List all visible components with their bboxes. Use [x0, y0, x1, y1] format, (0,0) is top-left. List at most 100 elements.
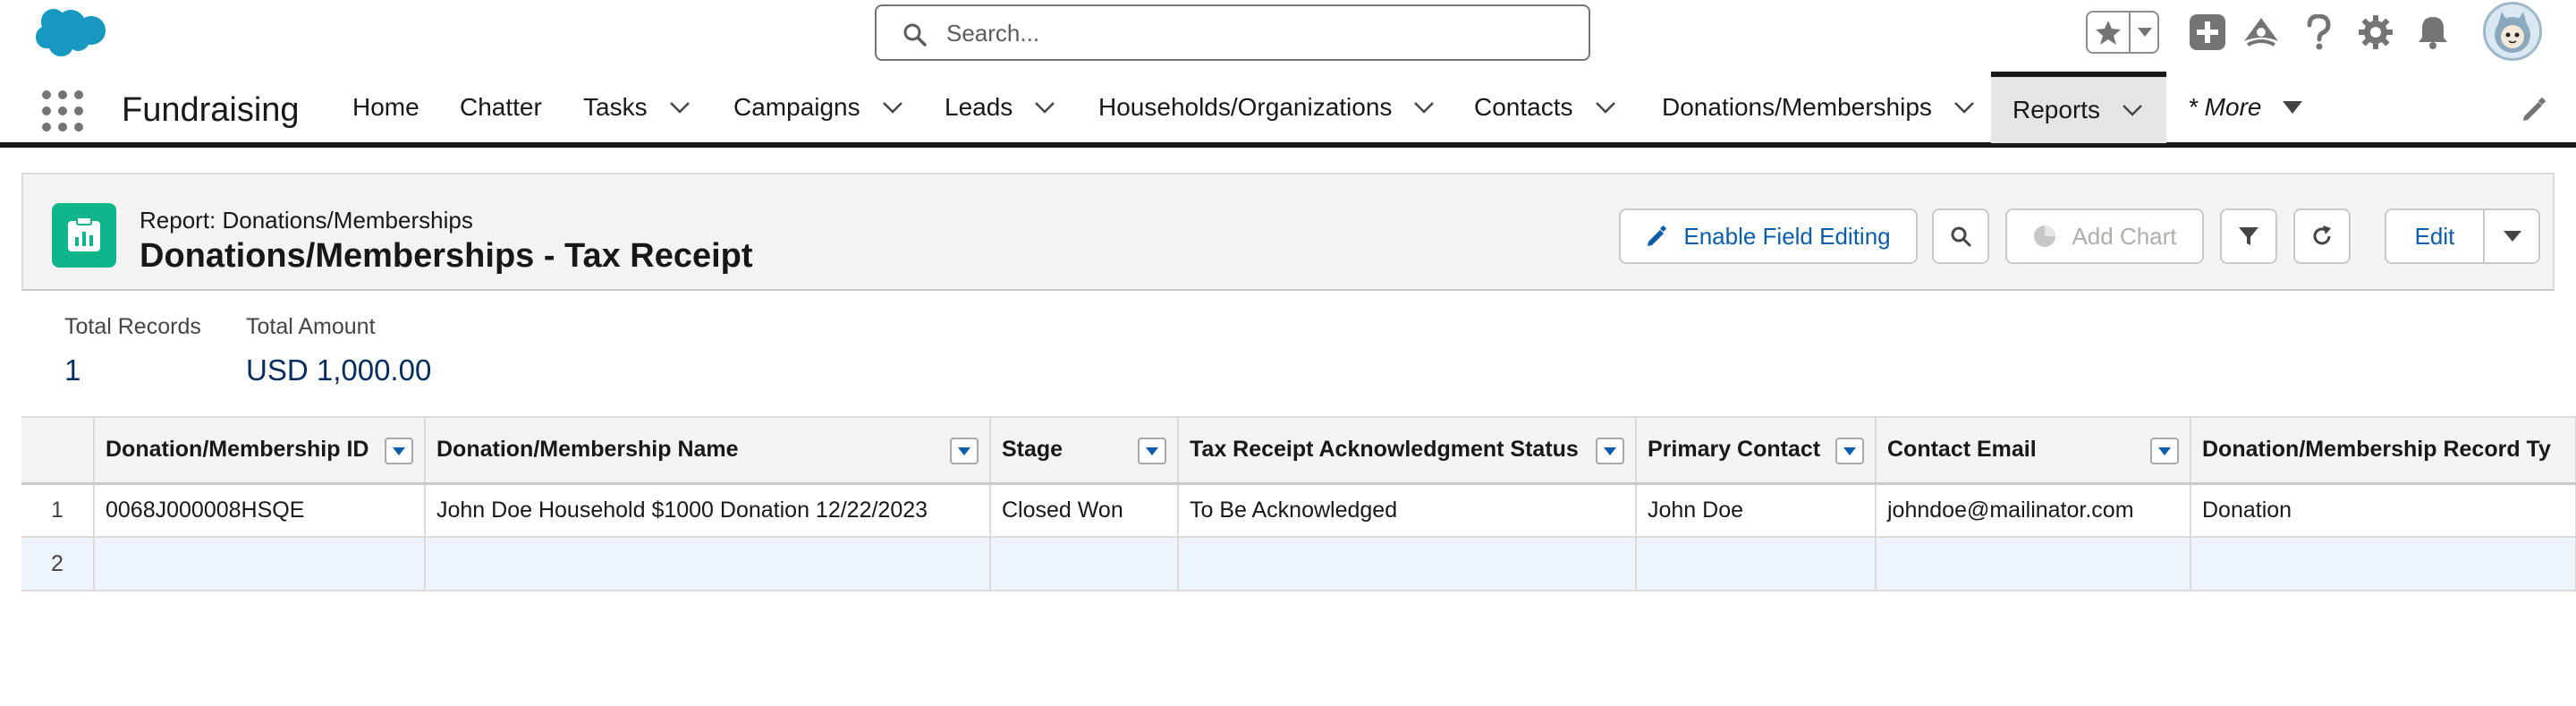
search-icon: [903, 23, 927, 47]
salesforce-logo-icon[interactable]: [27, 5, 106, 61]
enable-field-editing-label: Enable Field Editing: [1683, 222, 1891, 250]
search-report-button[interactable]: [1932, 208, 1989, 264]
chevron-down-icon[interactable]: [1953, 100, 1975, 115]
app-name: Fundraising: [122, 91, 300, 129]
caret-down-icon: [958, 447, 970, 455]
nav-item-label: Contacts: [1474, 93, 1573, 121]
column-header-ack-status[interactable]: Tax Receipt Acknowledgment Status: [1178, 416, 1637, 485]
column-header-label: Donation/Membership Record Ty: [2202, 437, 2551, 463]
cell-donation-name-link[interactable]: John Doe Household $1000 Donation 12/22/…: [425, 483, 991, 538]
gear-icon: [2359, 15, 2393, 49]
nav-item-donations-memberships[interactable]: Donations/Memberships: [1662, 72, 1975, 143]
cell-record-type: Donation: [2190, 483, 2576, 538]
edit-nav-items-button[interactable]: [2521, 97, 2547, 123]
edit-button[interactable]: Edit: [2386, 210, 2485, 262]
column-header-id[interactable]: Donation/Membership ID: [94, 416, 426, 485]
edit-button-group: Edit: [2385, 208, 2540, 264]
cell-primary-contact-link[interactable]: John Doe: [1636, 483, 1877, 538]
trailhead-guidance-button[interactable]: [2241, 13, 2281, 52]
nav-item-tasks[interactable]: Tasks: [583, 72, 691, 143]
column-menu-button[interactable]: [950, 438, 979, 464]
filters-button[interactable]: [2220, 208, 2277, 264]
chevron-down-icon[interactable]: [882, 100, 903, 115]
chevron-down-icon[interactable]: [669, 100, 691, 115]
column-menu-button[interactable]: [1596, 438, 1624, 464]
report-table: Donation/Membership ID Donation/Membersh…: [21, 416, 2576, 591]
column-menu-button[interactable]: [1138, 438, 1166, 464]
favorites-star-button[interactable]: [2088, 13, 2131, 52]
help-button[interactable]: [2299, 13, 2338, 52]
caret-down-icon: [1146, 447, 1158, 455]
total-amount-value: USD 1,000.00: [246, 353, 432, 387]
column-menu-button[interactable]: [2150, 438, 2179, 464]
column-header-label: Tax Receipt Acknowledgment Status: [1190, 437, 1579, 463]
table-row: 2: [21, 537, 2576, 591]
nav-item-label: Tasks: [583, 93, 648, 121]
nav-item-label: Reports: [2012, 96, 2101, 123]
chevron-down-icon[interactable]: [1034, 100, 1055, 115]
column-menu-button[interactable]: [1835, 438, 1864, 464]
caret-down-icon: [2504, 231, 2521, 242]
nav-item-reports[interactable]: Reports: [1991, 72, 2166, 143]
nav-item-leads[interactable]: Leads: [945, 72, 1055, 143]
caret-down-icon: [393, 447, 405, 455]
refresh-button[interactable]: [2293, 208, 2351, 264]
nav-item-contacts[interactable]: Contacts: [1474, 72, 1616, 143]
report-icon: [52, 203, 116, 268]
global-search[interactable]: [875, 4, 1590, 61]
row-number: 2: [21, 537, 95, 591]
column-header-label: Primary Contact: [1648, 437, 1821, 463]
nav-item-chatter[interactable]: Chatter: [460, 72, 542, 143]
nav-item-households-organizations[interactable]: Households/Organizations: [1098, 72, 1435, 143]
waffle-grid-icon: [42, 90, 83, 132]
caret-down-icon: [2138, 28, 2152, 37]
row-number-header: [21, 416, 95, 485]
add-chart-button[interactable]: Add Chart: [2005, 208, 2204, 264]
cell-ack-status: [1178, 537, 1637, 591]
global-actions-button[interactable]: [2188, 13, 2227, 52]
notifications-button[interactable]: [2413, 13, 2453, 52]
cell-primary-contact-link: [1636, 537, 1877, 591]
favorites-button-group: [2086, 11, 2159, 54]
enable-field-editing-button[interactable]: Enable Field Editing: [1619, 208, 1918, 264]
column-header-stage[interactable]: Stage: [990, 416, 1179, 485]
nav-item-more[interactable]: * More: [2188, 72, 2303, 143]
column-header-contact-email[interactable]: Contact Email: [1876, 416, 2191, 485]
bell-icon: [2419, 17, 2447, 49]
cell-stage: Closed Won: [990, 483, 1179, 538]
column-header-label: Donation/Membership ID: [106, 437, 369, 463]
nav-item-label: * More: [2188, 93, 2262, 121]
caret-down-icon: [2283, 101, 2303, 114]
report-summary: Total Records 1 Total Amount USD 1,000.0…: [21, 293, 2555, 416]
nav-item-label: Households/Organizations: [1098, 93, 1393, 121]
chevron-down-icon[interactable]: [2122, 103, 2143, 117]
search-icon: [1951, 226, 1971, 247]
cell-donation-id: 0068J000008HSQE: [94, 483, 426, 538]
nav-item-label: Donations/Memberships: [1662, 93, 1932, 121]
report-type-label: Report: Donations/Memberships: [140, 207, 473, 234]
chevron-down-icon[interactable]: [1595, 100, 1616, 115]
column-header-primary-contact[interactable]: Primary Contact: [1636, 416, 1877, 485]
column-header-label: Donation/Membership Name: [436, 437, 739, 463]
column-header-label: Contact Email: [1887, 437, 2037, 463]
column-menu-button[interactable]: [385, 438, 413, 464]
report-header: Report: Donations/Memberships Donations/…: [21, 173, 2555, 291]
nav-item-campaigns[interactable]: Campaigns: [733, 72, 903, 143]
more-actions-button[interactable]: [2485, 210, 2540, 262]
user-avatar[interactable]: [2483, 2, 2542, 61]
search-input[interactable]: [945, 13, 1571, 53]
nav-item-label: Leads: [945, 93, 1013, 121]
cell-ack-status: To Be Acknowledged: [1178, 483, 1637, 538]
question-mark-icon: [2307, 14, 2331, 50]
nav-item-home[interactable]: Home: [352, 72, 419, 143]
chevron-down-icon[interactable]: [1413, 100, 1435, 115]
cell-contact-email: [1876, 537, 2191, 591]
app-launcher-button[interactable]: [41, 89, 84, 132]
column-header-name[interactable]: Donation/Membership Name: [425, 416, 991, 485]
nav-item-label: Campaigns: [733, 93, 860, 121]
setup-button[interactable]: [2356, 13, 2395, 52]
add-chart-label: Add Chart: [2072, 222, 2177, 250]
column-header-record-type[interactable]: Donation/Membership Record Ty: [2190, 416, 2576, 485]
favorites-list-button[interactable]: [2131, 13, 2159, 52]
cell-record-type: [2190, 537, 2576, 591]
